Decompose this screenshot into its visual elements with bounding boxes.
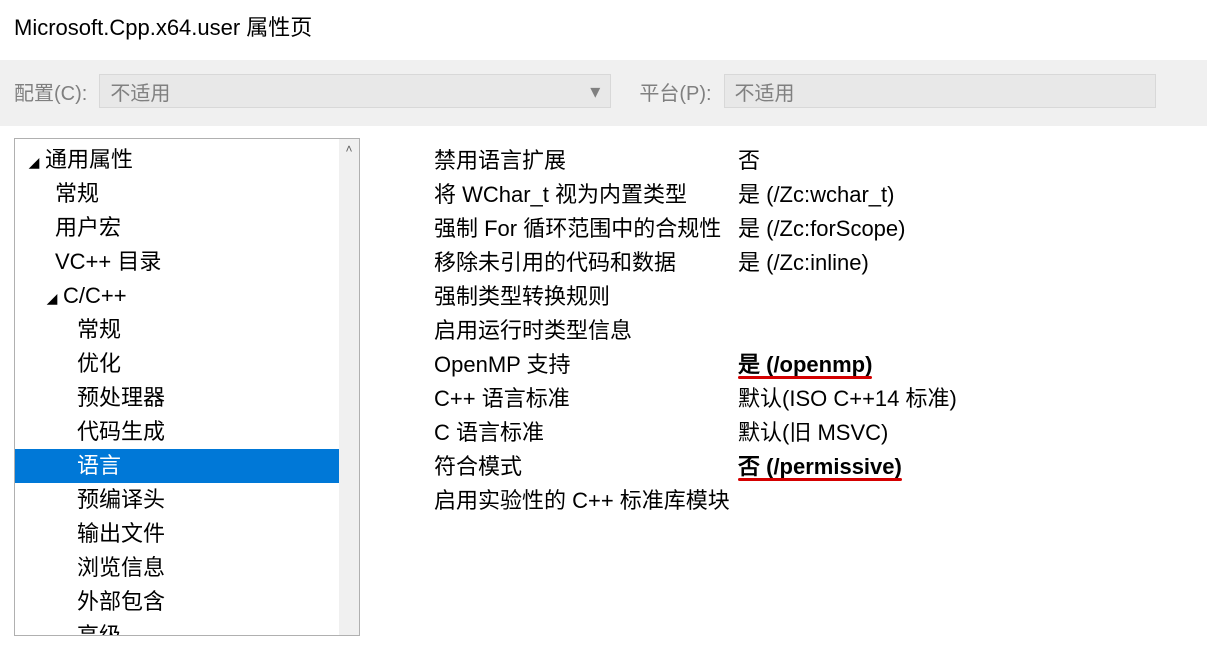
- property-value[interactable]: 是 (/Zc:wchar_t): [738, 177, 1193, 209]
- tree-item-vcpp-dirs[interactable]: VC++ 目录: [15, 245, 339, 279]
- config-combo[interactable]: 不适用 ▾: [99, 74, 611, 108]
- tree-item-cc-preproc[interactable]: 预处理器: [15, 381, 339, 415]
- property-row[interactable]: 强制类型转换规则: [378, 278, 1193, 312]
- collapse-icon: ◢: [27, 145, 41, 179]
- window-title: Microsoft.Cpp.x64.user 属性页: [0, 0, 1207, 60]
- tree-item-cc-optimize[interactable]: 优化: [15, 347, 339, 381]
- property-value[interactable]: 否: [738, 143, 1193, 175]
- property-row[interactable]: 启用实验性的 C++ 标准库模块: [378, 482, 1193, 516]
- tree-item-general-props[interactable]: ◢通用属性: [15, 143, 339, 177]
- tree-item-cc-language[interactable]: 语言: [15, 449, 339, 483]
- tree-item-cc-browse[interactable]: 浏览信息: [15, 551, 339, 585]
- property-value[interactable]: 是 (/openmp): [738, 347, 1193, 379]
- property-label: OpenMP 支持: [378, 347, 738, 379]
- property-tree: ◢通用属性 常规 用户宏 VC++ 目录 ◢C/C++ 常规 优化 预处理器 代…: [14, 138, 360, 636]
- config-combo-value: 不适用: [110, 77, 170, 106]
- config-label: 配置(C):: [14, 77, 87, 106]
- property-value[interactable]: 默认(ISO C++14 标准): [738, 381, 1193, 413]
- scroll-up-icon[interactable]: ˄: [339, 139, 359, 159]
- property-row[interactable]: 符合模式否 (/permissive): [378, 448, 1193, 482]
- property-label: 启用实验性的 C++ 标准库模块: [378, 483, 738, 515]
- property-value[interactable]: 默认(旧 MSVC): [738, 415, 1193, 447]
- property-row[interactable]: 移除未引用的代码和数据是 (/Zc:inline): [378, 244, 1193, 278]
- chevron-down-icon: ▾: [590, 79, 600, 104]
- property-row[interactable]: 将 WChar_t 视为内置类型是 (/Zc:wchar_t): [378, 176, 1193, 210]
- property-label: 移除未引用的代码和数据: [378, 245, 738, 277]
- property-value[interactable]: 是 (/Zc:forScope): [738, 211, 1193, 243]
- tree-item-c-cpp[interactable]: ◢C/C++: [15, 279, 339, 313]
- config-toolbar: 配置(C): 不适用 ▾ 平台(P): 不适用: [0, 60, 1207, 126]
- platform-combo[interactable]: 不适用: [724, 74, 1156, 108]
- platform-combo-value: 不适用: [735, 77, 795, 106]
- tree-item-user-macros[interactable]: 用户宏: [15, 211, 339, 245]
- property-label: 禁用语言扩展: [378, 143, 738, 175]
- property-label: 将 WChar_t 视为内置类型: [378, 177, 738, 209]
- property-value[interactable]: 否 (/permissive): [738, 449, 1193, 481]
- tree-item-general[interactable]: 常规: [15, 177, 339, 211]
- property-grid: 禁用语言扩展否将 WChar_t 视为内置类型是 (/Zc:wchar_t)强制…: [378, 138, 1193, 636]
- property-label: 启用运行时类型信息: [378, 313, 738, 345]
- tree-item-cc-precompiled[interactable]: 预编译头: [15, 483, 339, 517]
- tree-item-cc-general[interactable]: 常规: [15, 313, 339, 347]
- property-label: C 语言标准: [378, 415, 738, 447]
- property-row[interactable]: C++ 语言标准默认(ISO C++14 标准): [378, 380, 1193, 414]
- property-label: 符合模式: [378, 449, 738, 481]
- tree-item-cc-output[interactable]: 输出文件: [15, 517, 339, 551]
- property-label: C++ 语言标准: [378, 381, 738, 413]
- property-row[interactable]: 启用运行时类型信息: [378, 312, 1193, 346]
- property-label: 强制 For 循环范围中的合规性: [378, 211, 738, 243]
- scroll-down-icon[interactable]: [339, 615, 359, 635]
- property-label: 强制类型转换规则: [378, 279, 738, 311]
- tree-item-cc-external[interactable]: 外部包含: [15, 585, 339, 619]
- collapse-icon: ◢: [45, 281, 59, 315]
- property-row[interactable]: C 语言标准默认(旧 MSVC): [378, 414, 1193, 448]
- property-value[interactable]: 是 (/Zc:inline): [738, 245, 1193, 277]
- property-row[interactable]: 禁用语言扩展否: [378, 142, 1193, 176]
- tree-scrollbar[interactable]: ˄: [339, 139, 359, 635]
- tree-item-cc-codegen[interactable]: 代码生成: [15, 415, 339, 449]
- property-row[interactable]: 强制 For 循环范围中的合规性是 (/Zc:forScope): [378, 210, 1193, 244]
- platform-label: 平台(P):: [639, 77, 711, 106]
- tree-item-cc-advanced[interactable]: 高级: [15, 619, 339, 635]
- property-row[interactable]: OpenMP 支持是 (/openmp): [378, 346, 1193, 380]
